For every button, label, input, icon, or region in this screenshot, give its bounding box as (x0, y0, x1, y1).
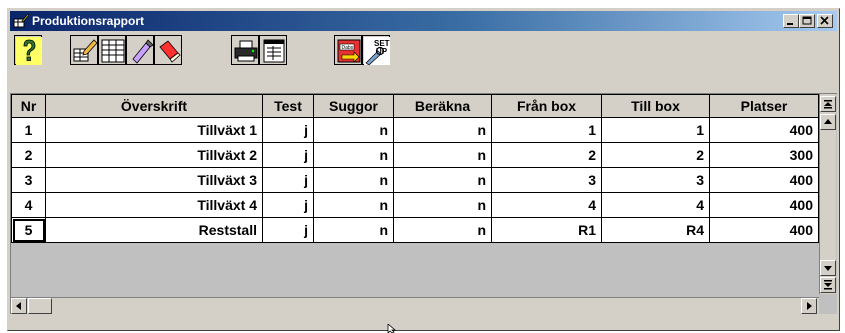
grid-icon (101, 39, 125, 63)
arrow-down-icon (824, 266, 832, 271)
scroll-to-top-icon (824, 100, 832, 109)
column-header-platser[interactable]: Platser (709, 94, 819, 118)
cell-platser[interactable]: 400 (709, 192, 819, 218)
cell-platser[interactable]: 400 (709, 117, 819, 143)
cell-test[interactable]: j (262, 167, 314, 193)
column-header-berakna[interactable]: Beräkna (393, 94, 492, 118)
cell-till-box[interactable]: 2 (601, 142, 710, 168)
edit-layout-button[interactable] (70, 35, 98, 65)
horizontal-scroll-thumb[interactable] (28, 298, 52, 314)
cell-berakna[interactable]: n (393, 142, 492, 168)
arrow-left-icon (16, 302, 21, 310)
setup-icon: SET UP (364, 37, 390, 65)
horizontal-scrollbar[interactable] (11, 297, 819, 314)
vertical-scrollbar[interactable] (819, 94, 836, 294)
cell-overskrift[interactable]: Reststall (45, 217, 263, 243)
column-header-till-box[interactable]: Till box (601, 94, 710, 118)
minimize-button[interactable] (783, 14, 799, 28)
table-row[interactable]: 4 Tillväxt 4 j n n 4 4 400 (11, 192, 819, 218)
cell-till-box[interactable]: R4 (601, 217, 710, 243)
form-button[interactable] (259, 35, 287, 65)
close-button[interactable] (817, 14, 833, 28)
cell-nr[interactable]: 1 (11, 117, 46, 143)
cell-suggor[interactable]: n (313, 117, 394, 143)
column-header-test[interactable]: Test (262, 94, 314, 118)
cell-fran-box[interactable]: R1 (491, 217, 602, 243)
cell-test[interactable]: j (262, 217, 314, 243)
scroll-bottom-button[interactable] (820, 277, 836, 293)
cell-overskrift[interactable]: Tillväxt 2 (45, 142, 263, 168)
form-icon (263, 39, 285, 63)
pencil-table-icon (73, 39, 98, 62)
app-icon (13, 13, 30, 29)
header-row: Nr Överskrift Test Suggor Beräkna Från b… (11, 94, 819, 118)
cell-fran-box[interactable]: 2 (491, 142, 602, 168)
scroll-top-button[interactable] (820, 96, 836, 112)
cell-nr[interactable]: 2 (11, 142, 46, 168)
cell-test[interactable]: j (262, 117, 314, 143)
cell-test[interactable]: j (262, 142, 314, 168)
scroll-right-button[interactable] (801, 298, 817, 314)
produktionsrapport-window: Produktionsrapport Dabs SET UP Nr Översk… (7, 8, 840, 331)
cell-till-box[interactable]: 4 (601, 192, 710, 218)
cell-fran-box[interactable]: 4 (491, 192, 602, 218)
scroll-down-button[interactable] (820, 260, 836, 276)
produktionsrapport-table: Nr Överskrift Test Suggor Beräkna Från b… (11, 94, 819, 243)
table-row[interactable]: 3 Tillväxt 3 j n n 3 3 400 (11, 167, 819, 193)
cell-platser[interactable]: 300 (709, 142, 819, 168)
cell-fran-box[interactable]: 3 (491, 167, 602, 193)
column-header-fran-box[interactable]: Från box (491, 94, 602, 118)
table-row[interactable]: 1 Tillväxt 1 j n n 1 1 400 (11, 117, 819, 143)
setup-button[interactable]: SET UP (362, 35, 390, 65)
database-icon: Dabs (337, 39, 361, 63)
table-row[interactable]: 5 Reststall j n n R1 R4 400 (11, 217, 819, 243)
cell-berakna[interactable]: n (393, 192, 492, 218)
marker-button[interactable] (126, 35, 154, 65)
column-header-overskrift[interactable]: Överskrift (45, 94, 263, 118)
cell-suggor[interactable]: n (313, 142, 394, 168)
cell-berakna[interactable]: n (393, 167, 492, 193)
cell-fran-box[interactable]: 1 (491, 117, 602, 143)
cell-berakna[interactable]: n (393, 117, 492, 143)
title-bar[interactable]: Produktionsrapport (10, 11, 837, 31)
scroll-to-bottom-icon (824, 280, 832, 290)
eraser-icon (159, 40, 181, 63)
help-button[interactable] (14, 35, 42, 65)
cell-overskrift[interactable]: Tillväxt 1 (45, 117, 263, 143)
question-icon (16, 37, 42, 65)
cell-nr[interactable]: 3 (11, 167, 46, 193)
marker-icon (132, 39, 154, 64)
window-title: Produktionsrapport (32, 14, 145, 28)
scroll-up-button[interactable] (820, 114, 836, 130)
table-row[interactable]: 2 Tillväxt 2 j n n 2 2 300 (11, 142, 819, 168)
arrow-right-icon (807, 302, 812, 310)
maximize-button[interactable] (799, 14, 815, 28)
cell-suggor[interactable]: n (313, 167, 394, 193)
toolbar: Dabs SET UP (10, 31, 837, 89)
eraser-button[interactable] (154, 35, 182, 65)
cell-berakna[interactable]: n (393, 217, 492, 243)
arrow-up-icon (824, 119, 832, 124)
scroll-left-button[interactable] (11, 298, 27, 314)
cell-nr[interactable]: 4 (11, 192, 46, 218)
cell-overskrift[interactable]: Tillväxt 4 (45, 192, 263, 218)
cell-suggor[interactable]: n (313, 217, 394, 243)
grid-button[interactable] (98, 35, 126, 65)
cell-till-box[interactable]: 3 (601, 167, 710, 193)
mouse-pointer-icon (387, 324, 397, 333)
cell-platser[interactable]: 400 (709, 217, 819, 243)
cell-overskrift[interactable]: Tillväxt 3 (45, 167, 263, 193)
cell-till-box[interactable]: 1 (601, 117, 710, 143)
database-button[interactable]: Dabs (334, 35, 362, 65)
column-header-nr[interactable]: Nr (11, 94, 46, 118)
print-button[interactable] (231, 35, 259, 65)
cell-test[interactable]: j (262, 192, 314, 218)
database-label: Dabs (342, 45, 354, 51)
data-grid: Nr Överskrift Test Suggor Beräkna Från b… (10, 93, 837, 314)
cell-nr-active[interactable]: 5 (11, 217, 46, 243)
printer-icon (234, 40, 258, 62)
cell-platser[interactable]: 400 (709, 167, 819, 193)
column-header-suggor[interactable]: Suggor (313, 94, 394, 118)
cell-suggor[interactable]: n (313, 192, 394, 218)
